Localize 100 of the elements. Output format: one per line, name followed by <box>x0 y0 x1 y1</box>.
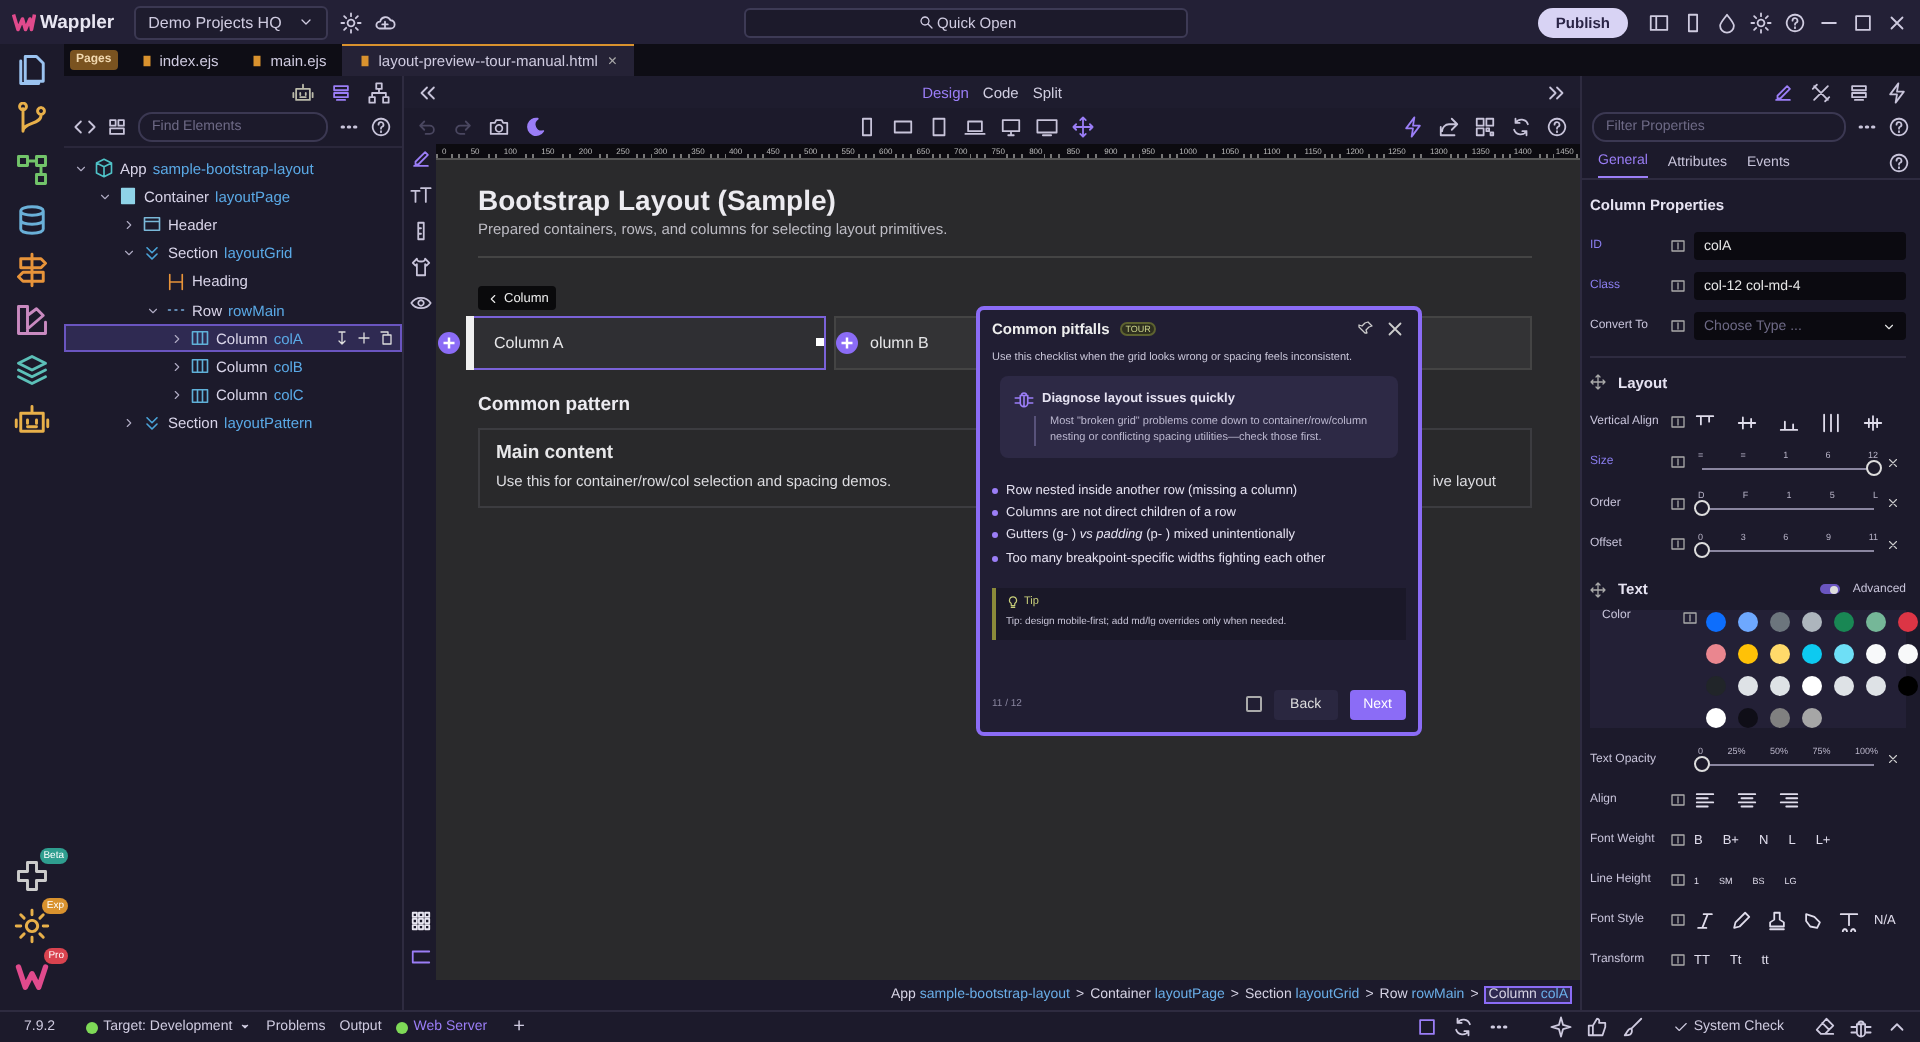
color-swatch[interactable] <box>1738 643 1758 663</box>
color-swatch[interactable] <box>1866 675 1886 695</box>
color-swatch[interactable] <box>1898 675 1918 695</box>
chevron-icon[interactable] <box>74 161 88 176</box>
color-swatch[interactable] <box>1834 643 1854 663</box>
code-icon[interactable] <box>74 116 96 138</box>
cloud-upload-icon[interactable] <box>373 11 396 33</box>
bind-icon[interactable] <box>1670 318 1686 334</box>
components-icon[interactable] <box>106 116 128 138</box>
add-icon[interactable] <box>438 332 460 354</box>
drop-icon[interactable] <box>1716 11 1738 33</box>
mobile-icon[interactable] <box>1682 11 1704 33</box>
slider-thumb[interactable] <box>1866 459 1882 476</box>
align-middle-icon[interactable] <box>1736 411 1758 433</box>
close-tab-button[interactable]: × <box>607 52 618 70</box>
laptop-icon[interactable] <box>963 115 985 137</box>
logo-icon[interactable] <box>14 958 50 994</box>
color-swatch[interactable] <box>1738 611 1758 631</box>
color-swatch[interactable] <box>1770 643 1790 663</box>
clear-icon[interactable] <box>1886 455 1900 470</box>
slider-thumb[interactable] <box>1694 756 1710 773</box>
clear-icon[interactable] <box>1886 537 1900 552</box>
resize-handle[interactable] <box>816 338 824 346</box>
color-swatch[interactable] <box>1770 675 1790 695</box>
slider-thumb[interactable] <box>1694 541 1710 558</box>
add-icon[interactable] <box>836 332 858 354</box>
italic-icon[interactable] <box>1694 909 1716 931</box>
bind-icon[interactable] <box>1670 454 1686 471</box>
chevron-icon[interactable] <box>170 331 184 346</box>
typeface-icon[interactable] <box>1838 909 1860 931</box>
frame-icon[interactable] <box>409 946 431 968</box>
color-swatch[interactable] <box>1738 675 1758 695</box>
color-swatch[interactable] <box>1866 643 1886 663</box>
bind-icon[interactable] <box>1670 495 1686 512</box>
color-swatch[interactable] <box>1834 675 1854 695</box>
help-icon[interactable] <box>1546 115 1568 137</box>
align-center-icon[interactable] <box>1736 789 1758 811</box>
chevron-icon[interactable] <box>170 359 184 374</box>
chevron-icon[interactable] <box>170 388 184 403</box>
add-icon[interactable] <box>356 330 372 347</box>
bind-icon[interactable] <box>1670 536 1686 553</box>
shirt-icon[interactable] <box>409 256 431 278</box>
tablet-icon[interactable] <box>891 115 913 137</box>
bind-icon[interactable] <box>1670 832 1686 848</box>
color-swatch[interactable] <box>1706 707 1726 727</box>
stretch-icon[interactable] <box>1820 411 1842 433</box>
chevron-icon[interactable] <box>122 217 136 232</box>
chevron-icon[interactable] <box>146 303 160 318</box>
help-icon[interactable] <box>1888 116 1910 138</box>
sort-icon[interactable] <box>334 330 350 347</box>
refresh-icon[interactable] <box>1510 115 1532 137</box>
clear-icon[interactable] <box>1886 496 1900 511</box>
color-swatch[interactable] <box>1770 707 1790 727</box>
thumbs-up-icon[interactable] <box>1585 1016 1608 1038</box>
move-icon[interactable] <box>1071 115 1093 137</box>
close-icon[interactable] <box>1384 317 1406 339</box>
chevron-icon[interactable] <box>122 246 136 261</box>
help-icon[interactable] <box>370 116 392 138</box>
settings-icon[interactable] <box>14 908 50 944</box>
tablet-icon[interactable] <box>927 115 949 137</box>
eraser-icon[interactable] <box>1814 1016 1836 1038</box>
text-size-icon[interactable] <box>409 184 431 206</box>
toggle-switch[interactable] <box>1820 584 1841 594</box>
monitor-icon[interactable] <box>1035 115 1057 137</box>
stamp-icon[interactable] <box>1766 909 1788 931</box>
align-right-icon[interactable] <box>1778 789 1800 811</box>
bind-icon[interactable] <box>1670 792 1686 808</box>
expand-icon[interactable] <box>1546 81 1569 103</box>
drag-handle[interactable] <box>466 316 474 370</box>
robot-icon[interactable] <box>292 81 314 103</box>
color-swatch[interactable] <box>1802 611 1822 631</box>
robot-icon[interactable] <box>14 402 50 438</box>
add-button[interactable]: + <box>513 1016 525 1038</box>
edit-icon[interactable] <box>1772 81 1794 103</box>
puzzle-icon[interactable] <box>14 858 50 894</box>
files-icon[interactable] <box>14 52 50 88</box>
maximize-icon[interactable] <box>1852 11 1874 33</box>
bind-icon[interactable] <box>1670 278 1686 294</box>
align-left-icon[interactable] <box>1694 789 1716 811</box>
color-swatch[interactable] <box>1802 707 1822 727</box>
hierarchy-icon[interactable] <box>368 81 390 103</box>
flow-icon[interactable] <box>14 152 50 188</box>
sparkle-icon[interactable] <box>1549 1016 1572 1038</box>
database-icon[interactable] <box>14 202 50 238</box>
brush-icon[interactable] <box>1621 1016 1644 1038</box>
project-dropdown[interactable]: Demo Projects HQ <box>134 5 328 39</box>
qr-icon[interactable] <box>1474 115 1496 137</box>
column-block[interactable]: Column A <box>466 316 826 370</box>
bind-icon[interactable] <box>1670 414 1686 430</box>
bind-icon[interactable] <box>1670 952 1686 968</box>
chevron-icon[interactable] <box>122 416 136 431</box>
camera-icon[interactable] <box>488 115 510 137</box>
copy-icon[interactable] <box>378 330 394 347</box>
chevron-icon[interactable] <box>98 189 112 204</box>
moon-icon[interactable] <box>524 115 546 137</box>
tools-icon[interactable] <box>1810 81 1832 103</box>
bug-icon[interactable] <box>1850 1016 1872 1038</box>
eye-icon[interactable] <box>409 292 431 314</box>
signpost-icon[interactable] <box>14 252 50 288</box>
color-swatch[interactable] <box>1770 611 1790 631</box>
